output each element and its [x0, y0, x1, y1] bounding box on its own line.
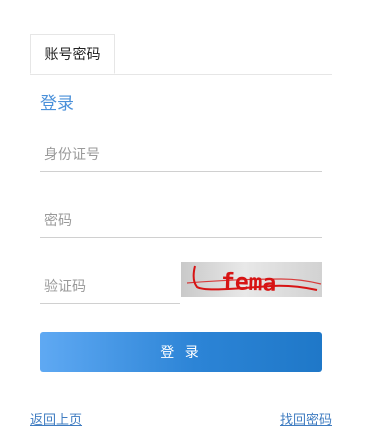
id-number-input[interactable]	[40, 139, 322, 171]
captcha-field-wrapper	[40, 271, 180, 304]
captcha-image[interactable]: fema	[181, 262, 322, 297]
forgot-password-link[interactable]: 找回密码	[280, 412, 332, 430]
captcha-input[interactable]	[40, 271, 180, 303]
login-tabs: 账号密码	[30, 34, 332, 75]
password-field-wrapper	[40, 205, 322, 238]
id-number-field-wrapper	[40, 139, 322, 172]
login-page: 账号密码 登录 fema 登 录 返回上页 找回密码	[0, 0, 365, 443]
form-title: 登录	[40, 94, 74, 114]
captcha-text: fema	[221, 269, 277, 297]
back-link[interactable]: 返回上页	[30, 412, 82, 430]
tab-account-password[interactable]: 账号密码	[30, 34, 115, 74]
login-button[interactable]: 登 录	[40, 332, 322, 372]
password-input[interactable]	[40, 205, 322, 237]
captcha-graphic: fema	[186, 265, 322, 297]
